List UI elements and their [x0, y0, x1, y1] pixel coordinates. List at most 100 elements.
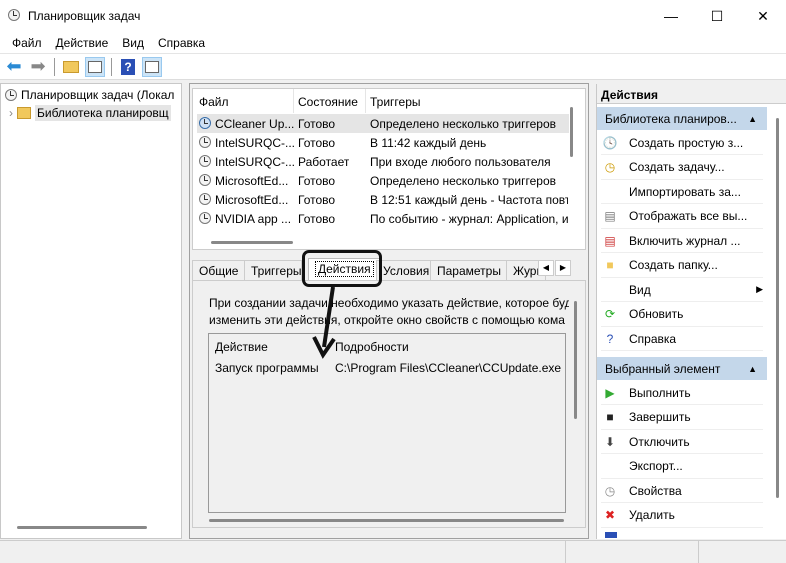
- task-trigger: Определено несколько триггеров: [370, 116, 557, 131]
- table-row[interactable]: MicrosoftEd... Готово В 12:51 каждый ден…: [197, 190, 569, 209]
- action-item[interactable]: ▶ Выполнить: [601, 381, 763, 405]
- collapse-icon[interactable]: ▲: [748, 364, 757, 374]
- task-name: MicrosoftEd...: [215, 173, 289, 188]
- create-basic-task-icon: 🕓: [602, 135, 618, 150]
- collapse-icon[interactable]: ▲: [748, 114, 757, 124]
- tree-library[interactable]: › Библиотека планировщ: [9, 104, 179, 122]
- action-item-label: Справка: [629, 331, 677, 346]
- tab-triggers[interactable]: Триггеры: [244, 260, 302, 280]
- action-item[interactable]: ◷ Создать задачу...: [601, 156, 763, 180]
- table-row[interactable]: IntelSURQC-... Работает При входе любого…: [197, 152, 569, 171]
- action-item-label: Включить журнал ...: [629, 233, 741, 248]
- menu-action[interactable]: Действие: [56, 36, 109, 50]
- folder-icon: [17, 107, 31, 119]
- table-row[interactable]: IntelSURQC-... Готово В 11:42 каждый ден…: [197, 133, 569, 152]
- section-library-label: Библиотека планиров...: [605, 111, 737, 126]
- task-status: Готово: [298, 173, 336, 188]
- action-item[interactable]: Экспорт...: [601, 455, 763, 479]
- blank-icon: [601, 457, 619, 475]
- menu-view[interactable]: Вид: [122, 36, 144, 50]
- arrow-annotation: [312, 286, 336, 359]
- display-running-icon: ▤: [604, 209, 616, 223]
- vertical-scrollbar[interactable]: [570, 107, 573, 157]
- action-item[interactable]: ▤ Отображать все вы...: [601, 205, 763, 229]
- console-tree: Планировщик задач (Локал › Библиотека пла…: [0, 83, 182, 539]
- refresh-icon: ⟳: [604, 307, 616, 321]
- table-row[interactable]: Запуск программы C:\Program Files\CClean…: [209, 356, 565, 378]
- maximize-button[interactable]: ☐: [694, 0, 740, 32]
- column-header-action[interactable]: Действие: [215, 340, 268, 354]
- action-item[interactable]: 🕓 Создать простую з...: [601, 131, 763, 155]
- horizontal-scrollbar[interactable]: [211, 241, 293, 244]
- menu-file[interactable]: Файл: [12, 36, 42, 50]
- tab-settings[interactable]: Параметры: [430, 260, 508, 280]
- tab-conditions[interactable]: Условия: [376, 260, 437, 280]
- task-status: Готово: [298, 192, 336, 207]
- tree-root[interactable]: Планировщик задач (Локал: [5, 86, 174, 104]
- help-icon: [605, 532, 617, 538]
- action-item-label: Свойства: [629, 483, 682, 498]
- description-text: При создании задачи необходимо указать д…: [209, 296, 569, 310]
- table-row[interactable]: MicrosoftEd... Готово Определено несколь…: [197, 171, 569, 190]
- actions-pane: Действия Библиотека планиров... ▲ 🕓 Создат…: [596, 84, 786, 539]
- back-arrow-icon[interactable]: ⬅: [4, 56, 24, 77]
- tree-library-label: Библиотека планировщ: [35, 105, 171, 121]
- tree-root-label: Планировщик задач (Локал: [21, 88, 175, 102]
- task-status: Готово: [298, 116, 336, 131]
- action-item[interactable]: ⟳ Обновить: [601, 303, 763, 327]
- action-item[interactable]: Импортировать за...: [601, 180, 763, 204]
- properties-icon: ◷: [604, 483, 616, 498]
- toolbar: ⬅ ➡ ?: [0, 54, 786, 80]
- clock-icon: [5, 89, 17, 101]
- title-bar: Планировщик задач — ☐ ✕: [0, 0, 786, 32]
- table-row[interactable]: CCleaner Up... Готово Определено несколь…: [197, 114, 569, 133]
- action-item[interactable]: ✖ Удалить: [601, 504, 763, 528]
- action-item[interactable]: ? Справка: [601, 327, 763, 351]
- section-selected[interactable]: Выбранный элемент ▲: [597, 357, 767, 380]
- minimize-button[interactable]: —: [648, 0, 694, 32]
- column-header-name[interactable]: Файл: [199, 95, 229, 109]
- tab-scroll-left-icon[interactable]: ◀: [538, 260, 554, 276]
- task-name: NVIDIA app ...: [215, 211, 292, 226]
- horizontal-scrollbar[interactable]: [17, 526, 147, 529]
- show-hide-actions-icon[interactable]: [142, 56, 162, 77]
- task-clock-icon: [199, 155, 211, 167]
- disable-icon: ⬇: [604, 434, 616, 449]
- horizontal-scrollbar[interactable]: [209, 519, 564, 522]
- task-clock-icon: [199, 117, 211, 129]
- forward-arrow-icon[interactable]: ➡: [28, 56, 48, 77]
- vertical-scrollbar[interactable]: [574, 301, 577, 419]
- action-item[interactable]: ◷ Свойства: [601, 479, 763, 503]
- tab-scroll-right-icon[interactable]: ▶: [555, 260, 571, 276]
- close-button[interactable]: ✕: [740, 0, 786, 32]
- tab-strip: Общие Триггеры Действия Условия Параметр…: [192, 258, 586, 280]
- submenu-arrow-icon: ▶: [756, 284, 763, 294]
- menu-help[interactable]: Справка: [158, 36, 205, 50]
- task-name: IntelSURQC-...: [215, 154, 296, 169]
- task-name: IntelSURQC-...: [215, 135, 296, 150]
- action-type: Запуск программы: [215, 361, 319, 375]
- action-item[interactable]: Вид ▶: [601, 278, 763, 302]
- task-trigger: Определено несколько триггеров: [370, 173, 557, 188]
- table-row[interactable]: NVIDIA app ... Готово По событию - журна…: [197, 209, 569, 228]
- action-item-label: Обновить: [629, 307, 684, 321]
- tab-general[interactable]: Общие: [192, 260, 246, 280]
- section-library[interactable]: Библиотека планиров... ▲: [597, 107, 767, 130]
- action-item-label: Выполнить: [629, 385, 691, 400]
- column-header-triggers[interactable]: Триггеры: [370, 95, 421, 109]
- vertical-scrollbar[interactable]: [776, 118, 779, 498]
- action-item[interactable]: ■ Завершить: [601, 406, 763, 430]
- column-header-status[interactable]: Состояние: [298, 95, 358, 109]
- action-item-label: Удалить: [629, 508, 675, 522]
- task-clock-icon: [199, 174, 211, 186]
- task-status: Готово: [298, 211, 336, 226]
- action-item-label: Отключить: [629, 434, 690, 449]
- action-item[interactable]: ■ Создать папку...: [601, 254, 763, 278]
- action-item[interactable]: ⬇ Отключить: [601, 430, 763, 454]
- help-icon[interactable]: ?: [118, 57, 138, 77]
- window-title: Планировщик задач: [28, 9, 141, 23]
- up-folder-icon[interactable]: [61, 57, 81, 77]
- show-hide-tree-icon[interactable]: [85, 56, 105, 77]
- action-item-label: Создать задачу...: [629, 160, 725, 174]
- action-item[interactable]: ▤ Включить журнал ...: [601, 229, 763, 253]
